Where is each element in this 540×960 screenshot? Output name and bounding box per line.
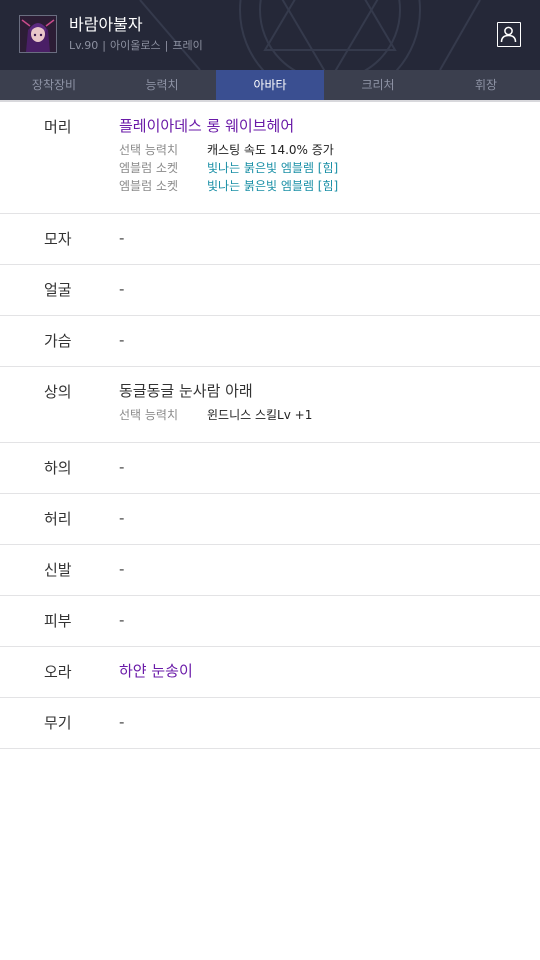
avatar-slot-list: 머리 플레이아데스 롱 웨이브헤어 선택 능력치 캐스팅 속도 14.0% 증가…: [0, 102, 540, 749]
item-name: -: [119, 713, 125, 731]
profile-button[interactable]: [497, 22, 521, 47]
tab-insignia[interactable]: 휘장: [432, 70, 540, 101]
slot-row-face[interactable]: 얼굴 -: [0, 265, 540, 316]
item-name: 동글동글 눈사람 아래: [119, 382, 253, 400]
item-name: -: [119, 458, 125, 476]
slot-row-shoes[interactable]: 신발 -: [0, 545, 540, 596]
item-name: 플레이아데스 롱 웨이브헤어: [119, 117, 295, 135]
stat-line: 선택 능력치 윈드니스 스킬Lv +1: [119, 406, 540, 424]
character-header: 바람아불자 Lv.90 | 아이올로스 | 프레이: [0, 0, 540, 70]
tab-avatar[interactable]: 아바타: [216, 70, 324, 101]
tab-creature[interactable]: 크리처: [324, 70, 432, 101]
info-divider: |: [102, 39, 106, 52]
slot-row-chest[interactable]: 가슴 -: [0, 316, 540, 367]
tab-stats[interactable]: 능력치: [108, 70, 216, 101]
slot-row-head[interactable]: 머리 플레이아데스 롱 웨이브헤어 선택 능력치 캐스팅 속도 14.0% 증가…: [0, 102, 540, 214]
slot-label: 하의: [44, 459, 72, 477]
slot-label: 무기: [44, 714, 72, 732]
slot-row-aura[interactable]: 오라 하얀 눈송이: [0, 647, 540, 698]
character-level: Lv.90: [69, 39, 99, 52]
slot-label: 피부: [44, 612, 72, 630]
stat-label: 선택 능력치: [119, 143, 179, 157]
slot-label: 모자: [44, 230, 72, 248]
tab-equipment[interactable]: 장착장비: [0, 70, 108, 101]
slot-label: 상의: [44, 383, 72, 401]
character-avatar[interactable]: [19, 15, 57, 53]
slot-label: 오라: [44, 663, 72, 681]
stat-label: 선택 능력치: [119, 408, 179, 422]
person-icon: [500, 26, 517, 43]
item-name: -: [119, 560, 125, 578]
slot-label: 가슴: [44, 332, 72, 350]
emblem-line: 엠블럼 소켓 빛나는 붉은빛 엠블렘 [힘]: [119, 177, 540, 195]
item-name: -: [119, 280, 125, 298]
item-name: 하얀 눈송이: [119, 662, 193, 680]
slot-row-waist[interactable]: 허리 -: [0, 494, 540, 545]
tab-bar: 장착장비 능력치 아바타 크리처 휘장: [0, 70, 540, 101]
item-name: -: [119, 229, 125, 247]
slot-label: 허리: [44, 510, 72, 528]
slot-row-top[interactable]: 상의 동글동글 눈사람 아래 선택 능력치 윈드니스 스킬Lv +1: [0, 367, 540, 443]
emblem-line: 엠블럼 소켓 빛나는 붉은빛 엠블렘 [힘]: [119, 159, 540, 177]
stat-label: 엠블럼 소켓: [119, 161, 179, 175]
slot-label: 신발: [44, 561, 72, 579]
slot-row-hat[interactable]: 모자 -: [0, 214, 540, 265]
slot-row-skin[interactable]: 피부 -: [0, 596, 540, 647]
item-name: -: [119, 509, 125, 527]
stat-value: 윈드니스 스킬Lv +1: [207, 408, 313, 422]
slot-row-weapon[interactable]: 무기 -: [0, 698, 540, 749]
emblem-value: 빛나는 붉은빛 엠블렘 [힘]: [207, 161, 339, 175]
stat-value: 캐스팅 속도 14.0% 증가: [207, 143, 334, 157]
character-class: 아이올로스: [110, 39, 161, 52]
slot-row-bottom[interactable]: 하의 -: [0, 443, 540, 494]
character-name: 바람아불자: [69, 15, 143, 34]
header-pattern: [139, 0, 481, 70]
stat-line: 선택 능력치 캐스팅 속도 14.0% 증가: [119, 141, 540, 159]
item-name: -: [119, 611, 125, 629]
stat-label: 엠블럼 소켓: [119, 179, 179, 193]
emblem-value: 빛나는 붉은빛 엠블렘 [힘]: [207, 179, 339, 193]
item-name: -: [119, 331, 125, 349]
slot-label: 머리: [44, 118, 72, 136]
info-divider: |: [164, 39, 169, 52]
character-info: Lv.90 | 아이올로스 | 프레이: [69, 39, 203, 53]
slot-label: 얼굴: [44, 281, 72, 299]
character-server: 프레이: [172, 39, 203, 52]
